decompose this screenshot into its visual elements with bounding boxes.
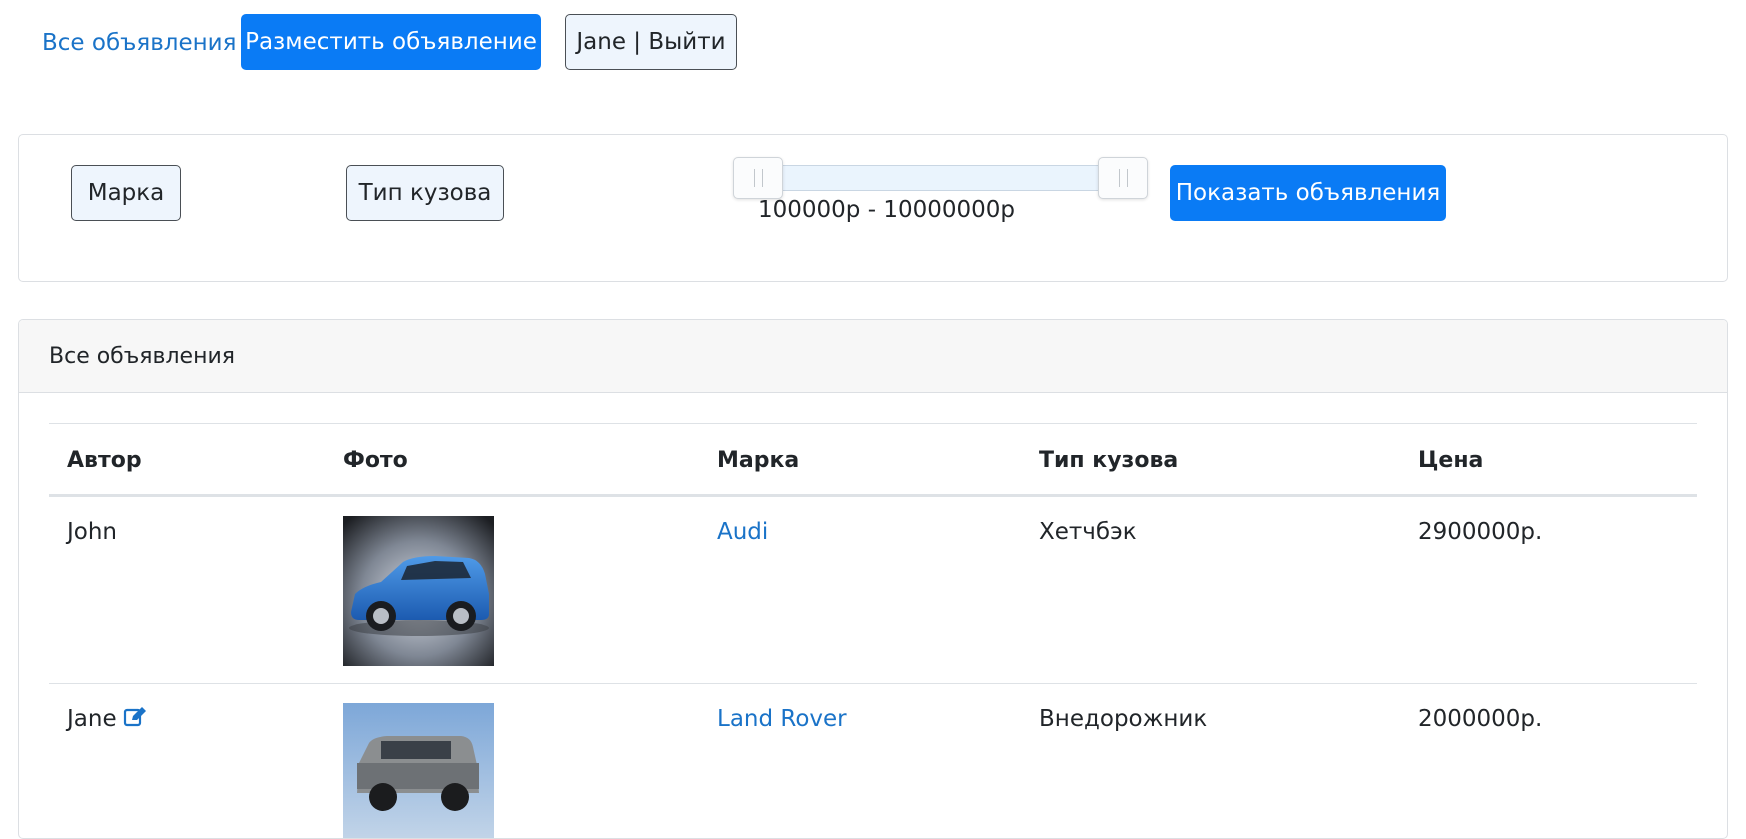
column-header-body-type: Тип кузова (1039, 448, 1179, 473)
grip-icon (753, 169, 763, 187)
column-header-brand: Марка (717, 448, 800, 473)
row-author: John (67, 519, 118, 545)
body-type-filter-button[interactable]: Тип кузова (346, 165, 504, 221)
car-photo-audi (343, 516, 494, 666)
all-ads-link[interactable]: Все объявления (42, 30, 236, 56)
row-body-type: Хетчбэк (1039, 519, 1137, 545)
price-slider-max-handle[interactable] (1098, 157, 1148, 199)
listings-card: Все объявления Автор Фото Марка Тип кузо… (18, 319, 1728, 839)
car-photo-icon (343, 516, 494, 666)
column-header-author: Автор (67, 448, 142, 473)
table-header-row: Автор Фото Марка Тип кузова Цена (49, 423, 1697, 497)
listings-title: Все объявления (49, 343, 236, 369)
post-ad-button[interactable]: Разместить объявление (241, 14, 541, 70)
car-photo-land-rover (343, 703, 494, 838)
grip-icon (1118, 169, 1128, 187)
row-price: 2000000р. (1418, 706, 1543, 732)
brand-link-land-rover[interactable]: Land Rover (717, 706, 847, 732)
row-author-cell: Jane (67, 706, 147, 734)
listings-card-header: Все объявления (19, 320, 1727, 393)
edit-icon[interactable] (123, 706, 147, 734)
row-body-type: Внедорожник (1039, 706, 1208, 732)
row-price: 2900000р. (1418, 519, 1543, 545)
car-photo-icon (343, 703, 494, 838)
table-row: Jane Land Rover Внедорожник 2000000р. (49, 684, 1697, 838)
listings-table: Автор Фото Марка Тип кузова Цена John Au… (49, 423, 1697, 838)
column-header-photo: Фото (343, 448, 408, 473)
price-slider-min-handle[interactable] (733, 157, 783, 199)
user-logout-button[interactable]: Jane | Выйти (565, 14, 737, 70)
row-author: Jane (67, 706, 117, 732)
show-ads-button[interactable]: Показать объявления (1170, 165, 1446, 221)
column-header-price: Цена (1418, 448, 1484, 473)
brand-link-audi[interactable]: Audi (717, 519, 768, 545)
price-range-label: 100000р - 10000000р (758, 197, 1015, 223)
brand-filter-button[interactable]: Марка (71, 165, 181, 221)
price-slider-track[interactable] (736, 165, 1118, 191)
table-row: John Audi Хетчбэк 2900000р. (49, 497, 1697, 684)
